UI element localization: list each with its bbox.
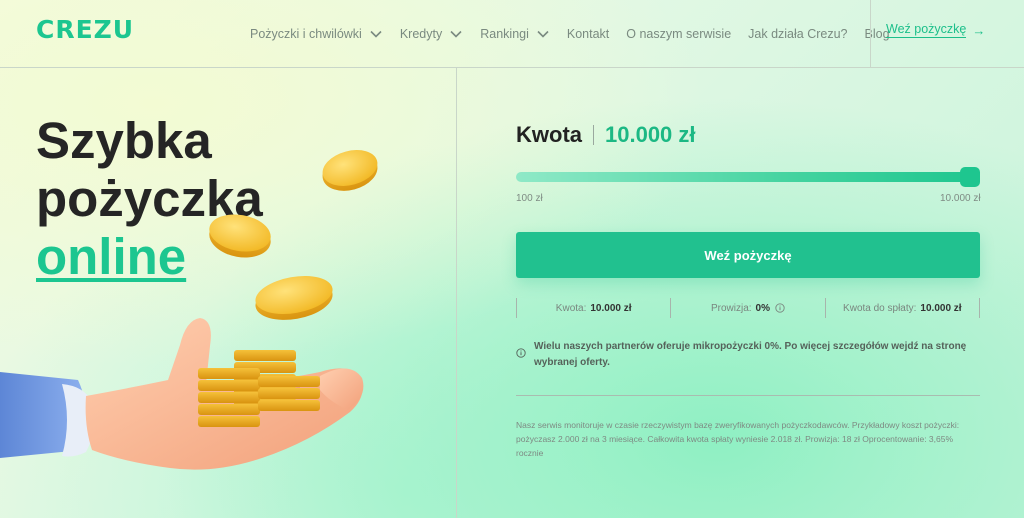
coin-icon bbox=[209, 214, 271, 258]
nav-item-label: Jak działa Crezu? bbox=[748, 27, 848, 41]
zero-percent-notice: Wielu naszych partnerów oferuje mikropoż… bbox=[516, 339, 980, 371]
take-loan-button[interactable]: Weź pożyczkę bbox=[516, 232, 980, 278]
amount-value: 10.000 zł bbox=[605, 122, 696, 147]
slider-track[interactable] bbox=[516, 172, 980, 182]
info-icon[interactable] bbox=[775, 303, 785, 313]
arrow-right-icon: → bbox=[972, 22, 986, 38]
summary-commission: Prowizja: 0% bbox=[670, 298, 824, 318]
loan-summary: Kwota: 10.000 zł Prowizja: 0% Kwota do s… bbox=[516, 298, 980, 318]
header-divider bbox=[870, 0, 871, 68]
summary-amount: Kwota: 10.000 zł bbox=[516, 298, 670, 318]
site-header: CREZU Pożyczki i chwilówki Kredyty Ranki… bbox=[0, 0, 1024, 68]
nav-item-o-serwisie[interactable]: O naszym serwisie bbox=[626, 27, 731, 41]
nav-item-label: Kontakt bbox=[566, 27, 610, 41]
summary-label: Prowizja: bbox=[710, 302, 752, 314]
nav-item-pozyczki[interactable]: Pożyczki i chwilówki bbox=[250, 27, 383, 41]
nav-item-kredyty[interactable]: Kredyty bbox=[400, 27, 463, 41]
amount-slider[interactable] bbox=[516, 167, 980, 187]
chevron-down-icon bbox=[537, 30, 549, 38]
hand-with-coins-illustration bbox=[0, 150, 378, 470]
header-cta-label: Weź pożyczkę bbox=[886, 22, 967, 38]
main-nav: Pożyczki i chwilówki Kredyty Rankingi Ko… bbox=[250, 0, 907, 68]
summary-value: 10.000 zł bbox=[920, 302, 962, 314]
summary-label: Kwota: bbox=[555, 302, 587, 314]
nav-item-label: O naszym serwisie bbox=[626, 27, 732, 41]
nav-item-rankingi[interactable]: Rankingi bbox=[480, 27, 550, 41]
nav-item-jak-dziala[interactable]: Jak działa Crezu? bbox=[748, 27, 847, 41]
column-divider bbox=[456, 68, 457, 518]
representative-example: Nasz serwis monitoruje w czasie rzeczywi… bbox=[516, 420, 960, 458]
nav-item-kontakt[interactable]: Kontakt bbox=[567, 27, 609, 41]
amount-divider bbox=[593, 125, 594, 145]
chevron-down-icon bbox=[370, 30, 382, 38]
header-take-loan-link[interactable]: Weź pożyczkę → bbox=[886, 22, 985, 38]
slider-min-label: 100 zł bbox=[516, 193, 543, 204]
slider-max-label: 10.000 zł bbox=[940, 193, 981, 204]
coin-icon bbox=[255, 276, 333, 320]
nav-item-label: Pożyczki i chwilówki bbox=[250, 27, 362, 41]
summary-value: 10.000 zł bbox=[590, 302, 632, 314]
nav-item-label: Rankingi bbox=[480, 27, 529, 41]
crezu-logo[interactable]: CREZU bbox=[36, 15, 134, 44]
nav-item-label: Kredyty bbox=[399, 27, 443, 41]
divider-line bbox=[516, 395, 980, 396]
coin-icon bbox=[322, 150, 378, 191]
amount-row: Kwota 10.000 zł bbox=[516, 122, 696, 148]
chevron-down-icon bbox=[450, 30, 462, 38]
summary-repayment: Kwota do spłaty: 10.000 zł bbox=[824, 298, 980, 318]
notice-text: Wielu naszych partnerów oferuje mikropoż… bbox=[534, 341, 967, 368]
amount-label: Kwota bbox=[516, 122, 582, 147]
info-icon bbox=[516, 348, 526, 358]
summary-label: Kwota do spłaty: bbox=[843, 302, 917, 314]
summary-value: 0% bbox=[755, 302, 770, 314]
slider-handle[interactable] bbox=[960, 167, 980, 187]
